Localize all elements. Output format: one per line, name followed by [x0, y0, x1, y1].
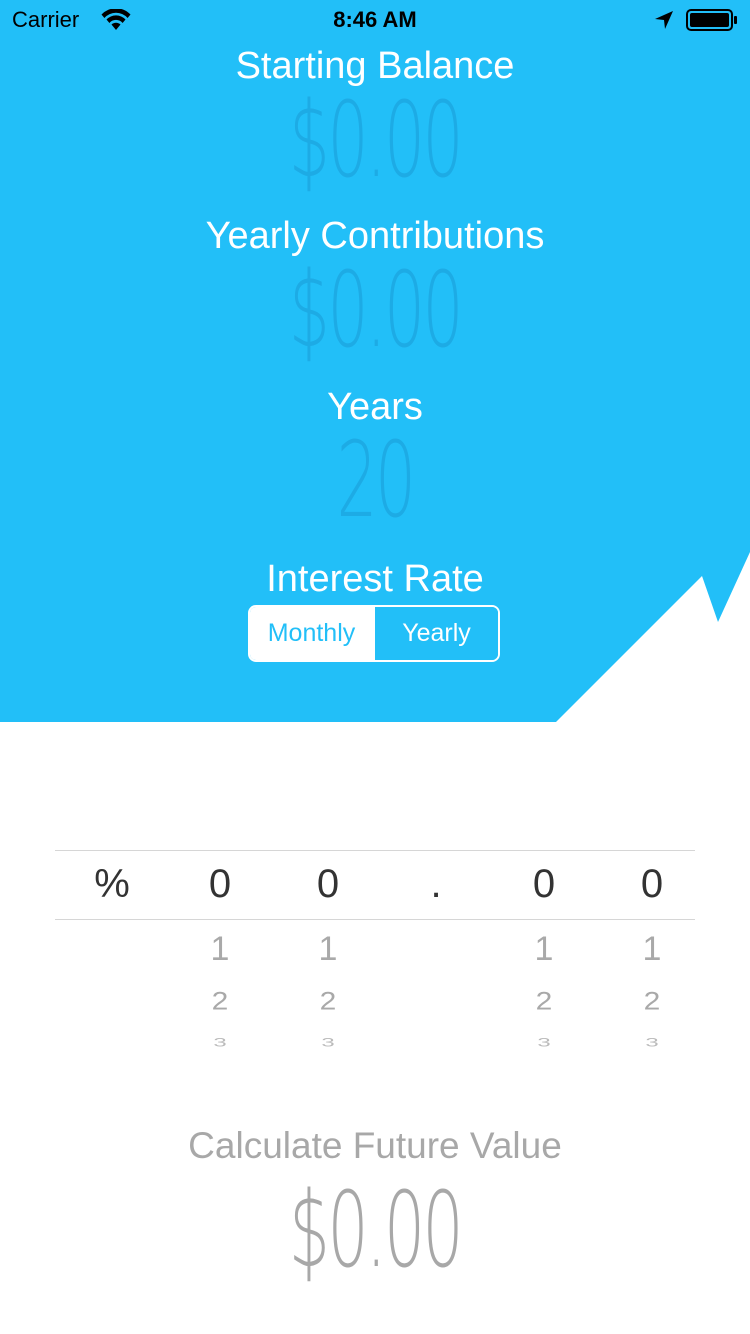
calculate-future-value-button[interactable]: Calculate Future Value — [0, 1124, 750, 1168]
picker-selected-value: . — [430, 862, 442, 906]
battery-icon — [686, 9, 737, 31]
segment-yearly[interactable]: Yearly — [373, 607, 498, 660]
picker-option: 2 — [319, 988, 337, 1016]
picker-option: 1 — [210, 930, 230, 968]
picker-selected-value: 0 — [208, 862, 232, 906]
interest-period-control: Monthly Yearly — [248, 605, 500, 662]
picker-option: 1 — [318, 930, 338, 968]
picker-option: 1 — [534, 930, 554, 968]
future-value-result: $0.00 — [288, 1169, 464, 1291]
picker-top-divider — [55, 850, 695, 851]
yearly-contributions-input[interactable]: $0.00 — [143, 258, 608, 362]
segment-monthly[interactable]: Monthly — [250, 607, 373, 660]
starting-balance-input[interactable]: $0.00 — [143, 88, 608, 192]
location-arrow-icon — [655, 11, 673, 29]
interest-rate-label: Interest Rate — [266, 558, 484, 600]
picker-option: 3 — [645, 1036, 659, 1050]
picker-option: 1 — [642, 930, 662, 968]
picker-selected-value: 0 — [316, 862, 340, 906]
picker-option: 2 — [535, 988, 553, 1016]
picker-selected-value: % — [94, 862, 130, 906]
status-time: 8:46 AM — [333, 7, 417, 32]
years-input[interactable]: 20 — [143, 428, 608, 532]
picker-bottom-divider — [55, 919, 695, 920]
picker-option: 2 — [211, 988, 229, 1016]
picker-option: 2 — [643, 988, 661, 1016]
picker-option: 3 — [537, 1036, 551, 1050]
picker-option: 3 — [321, 1036, 335, 1050]
picker-option: 3 — [213, 1036, 227, 1050]
picker-selected-value: 0 — [640, 862, 664, 906]
picker-selected-value: 0 — [532, 862, 556, 906]
status-bar: Carrier 8:46 AM — [0, 0, 750, 40]
